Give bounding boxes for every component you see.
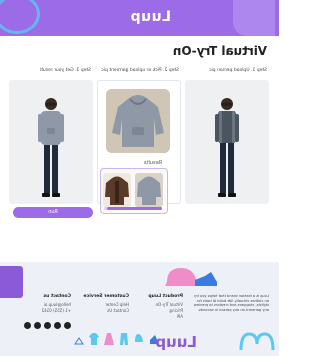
step-3-label: Step 3. Get your result — [39, 68, 91, 73]
footer-product-title: Product Luup — [148, 294, 183, 299]
tshirt-icon[interactable] — [89, 332, 99, 346]
x-icon[interactable] — [54, 322, 61, 329]
footer-contact-title: Contact us — [43, 294, 71, 299]
social-links — [24, 322, 71, 329]
decorative-ring-icon — [0, 0, 40, 34]
footer-contact-phone[interactable]: +1 (555) 0142 — [42, 308, 71, 314]
result-thumbnails — [100, 168, 168, 214]
footer-about-text: Luup is a fashion brand that helps you t… — [193, 294, 269, 312]
mail-icon[interactable] — [24, 322, 31, 329]
result-progress-bar — [104, 207, 162, 210]
step-2-label: Step 2. Pick or upload garment pic — [101, 68, 179, 73]
hoodie-garment-card[interactable] — [106, 89, 170, 153]
dress-icon[interactable] — [104, 332, 114, 346]
step-1-label: Step 1. Upload person pic — [208, 68, 267, 73]
mirrored-layout: Luup Virtual Try-On Step 1. Upload perso… — [0, 0, 279, 356]
category-icons — [74, 332, 159, 346]
person-upload-panel[interactable] — [185, 80, 269, 204]
cap-icon[interactable] — [134, 332, 144, 346]
footer-product-link-3[interactable]: API — [177, 314, 183, 320]
person-checked-shirt-image — [215, 98, 239, 197]
wave-logo-mark — [239, 332, 275, 351]
footer-brand-logo[interactable]: Luup — [155, 333, 197, 351]
result-progress-fill — [106, 207, 162, 210]
youtube-icon[interactable] — [34, 322, 41, 329]
purple-decor-shape — [0, 266, 23, 298]
result-thumb-1[interactable] — [135, 173, 163, 207]
facebook-icon[interactable] — [64, 322, 71, 329]
hoodie-thumb-icon — [137, 176, 161, 205]
results-label: Results — [143, 160, 162, 166]
footer-support-title: Customer Service — [83, 294, 129, 299]
footer-support-link-2[interactable]: Contact Us — [107, 308, 129, 314]
app-window: Luup Virtual Try-On Step 1. Upload perso… — [0, 0, 279, 356]
jacket-thumb-icon — [105, 176, 129, 205]
brand-logo[interactable]: Luup — [130, 9, 171, 25]
page-title: Virtual Try-On — [172, 44, 267, 58]
top-header: Luup — [0, 0, 279, 36]
person-result-image — [38, 98, 64, 197]
instagram-icon[interactable] — [44, 322, 51, 329]
pants-icon[interactable] — [119, 332, 129, 346]
blue-shoe-icon — [195, 272, 217, 286]
hanger-icon[interactable] — [74, 332, 84, 346]
header-accent — [233, 0, 275, 36]
run-button[interactable]: Run — [13, 207, 93, 218]
result-thumb-2[interactable] — [103, 173, 131, 207]
hoodie-icon — [106, 89, 170, 153]
result-panel — [9, 80, 93, 204]
